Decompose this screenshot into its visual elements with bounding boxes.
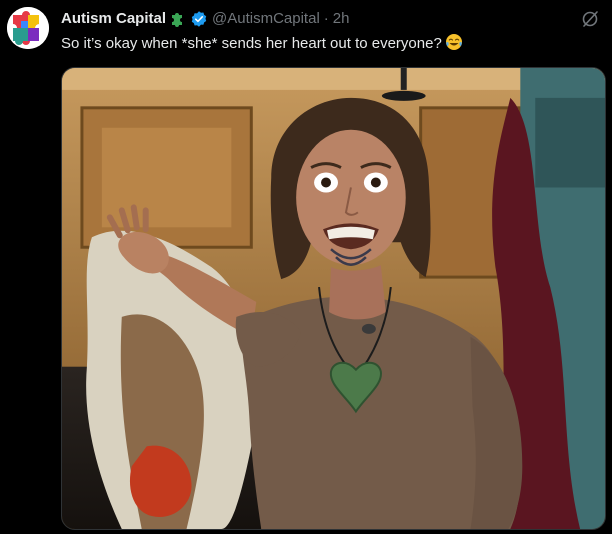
face-with-tears-of-joy-icon — [445, 33, 463, 57]
separator-dot: · — [323, 10, 329, 27]
puzzle-piece-icon — [169, 10, 187, 28]
tweet-text-body: So it’s okay when *she* sends her heart … — [61, 35, 442, 52]
tweet-header: Autism Capital @AutismCapital · 2h — [61, 9, 349, 29]
grok-icon[interactable] — [580, 9, 600, 29]
verified-badge-icon[interactable] — [190, 10, 208, 28]
timestamp[interactable]: 2h — [333, 9, 350, 29]
display-name[interactable]: Autism Capital — [61, 9, 166, 29]
photo-woman-pointing-arm — [62, 68, 605, 529]
avatar[interactable] — [7, 7, 49, 49]
tweet[interactable]: Autism Capital @AutismCapital · 2h So it… — [0, 0, 612, 534]
tweet-text: So it’s okay when *she* sends her heart … — [61, 33, 463, 57]
tweet-media-photo[interactable] — [61, 67, 606, 530]
handle[interactable]: @AutismCapital — [212, 9, 320, 29]
puzzle-piece-avatar-icon — [7, 7, 49, 49]
